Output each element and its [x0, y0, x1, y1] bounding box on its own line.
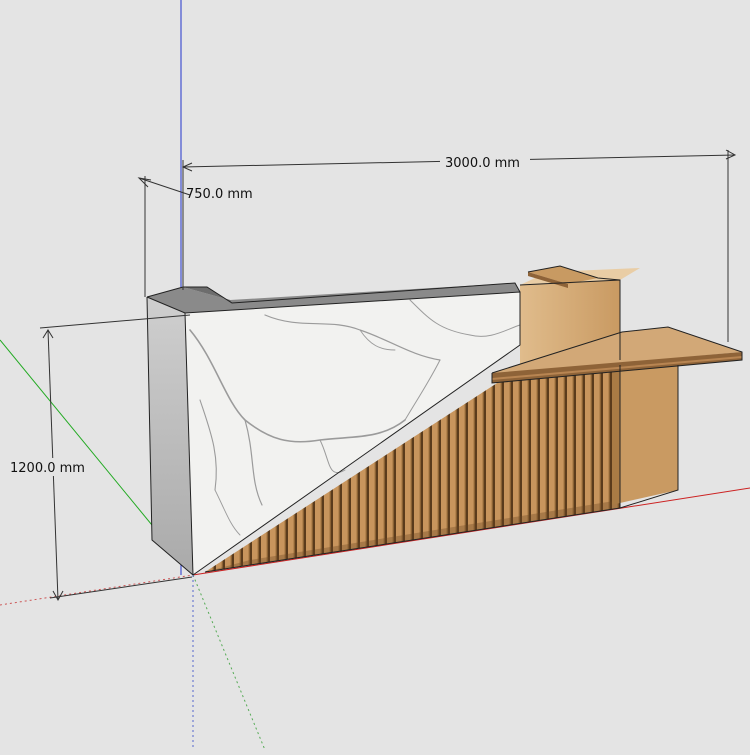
model-canvas[interactable]: 3000.0 mm 750.0 mm 1200.0 mm	[0, 0, 750, 751]
height-dimension-label: 1200.0 mm	[10, 461, 85, 476]
depth-dimension-label: 750.0 mm	[186, 187, 253, 202]
green-axis-dotted	[192, 574, 266, 751]
depth-dimension[interactable]	[137, 176, 191, 297]
red-axis-dotted	[0, 574, 194, 606]
sketchup-viewport[interactable]: 3000.0 mm 750.0 mm 1200.0 mm	[0, 0, 750, 751]
width-dimension-label: 3000.0 mm	[445, 156, 520, 171]
wood-cabinet-side	[612, 365, 620, 505]
wood-cabinet-front[interactable]	[620, 365, 678, 503]
